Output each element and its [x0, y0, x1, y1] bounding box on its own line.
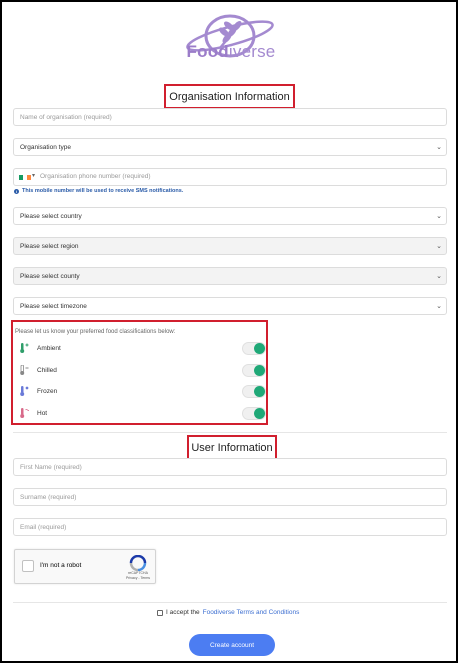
chevron-down-icon: ⌄: [436, 144, 442, 151]
surname-input[interactable]: Surname (required): [13, 488, 447, 506]
chilled-thermometer-icon: [20, 365, 29, 375]
organisation-type-select[interactable]: Organisation type ⌄: [13, 138, 447, 156]
ambient-toggle[interactable]: [242, 342, 266, 355]
food-classifications-panel: Please let us know your preferred food c…: [11, 320, 268, 425]
chevron-down-icon: ⌄: [436, 273, 442, 280]
brand-name-light: iverse: [228, 42, 276, 61]
info-icon: i: [14, 188, 19, 194]
phone-notification-note: i This mobile number will be used to rec…: [14, 188, 183, 194]
recaptcha-widget: I'm not a robot reCAPTCHA Privacy - Term…: [14, 549, 156, 584]
county-select[interactable]: Please select county ⌄: [13, 267, 447, 285]
classification-row-frozen: Frozen: [19, 385, 266, 399]
organisation-name-placeholder: Name of organisation (required): [20, 113, 112, 121]
classification-label-chilled: Chilled: [37, 367, 57, 374]
county-value: Please select county: [20, 272, 80, 280]
create-account-label: Create account: [209, 641, 255, 649]
chevron-down-icon: ⌄: [436, 213, 442, 220]
recaptcha-checkbox[interactable]: [22, 560, 34, 572]
toggle-knob: [254, 343, 265, 354]
chevron-down-icon: ⌄: [436, 243, 442, 250]
classification-label-frozen: Frozen: [37, 388, 58, 395]
terms-acceptance: I accept the Foodiverse Terms and Condit…: [157, 609, 299, 616]
country-value: Please select country: [20, 212, 82, 220]
classification-label-ambient: Ambient: [37, 345, 61, 352]
timezone-select[interactable]: Please select timezone ⌄: [13, 297, 447, 315]
terms-checkbox[interactable]: [157, 609, 163, 616]
terms-link[interactable]: Foodiverse Terms and Conditions: [203, 609, 300, 616]
first-name-input[interactable]: First Name (required): [13, 458, 447, 476]
toggle-knob: [254, 386, 265, 397]
timezone-value: Please select timezone: [20, 302, 87, 310]
recaptcha-label: I'm not a robot: [40, 562, 82, 569]
classification-row-chilled: Chilled: [19, 364, 266, 378]
hot-thermometer-icon: [20, 408, 29, 418]
email-input[interactable]: Email (required): [13, 518, 447, 536]
frozen-toggle[interactable]: [242, 385, 266, 398]
classification-label-hot: Hot: [37, 410, 48, 417]
organisation-phone-input[interactable]: ▾ Organisation phone number (required): [13, 168, 447, 186]
organisation-section-title-text: Organisation Information: [169, 90, 290, 103]
terms-prefix: I accept the: [166, 609, 200, 616]
user-section-title-text: User Information: [191, 441, 273, 454]
brand-name-bold: Food: [186, 42, 229, 61]
classification-row-hot: Hot: [19, 407, 266, 421]
surname-placeholder: Surname (required): [20, 493, 77, 501]
section-divider: [13, 432, 447, 433]
frozen-thermometer-icon: [20, 386, 29, 396]
recaptcha-brand: reCAPTCHA: [128, 571, 148, 575]
recaptcha-logo-icon: [129, 555, 147, 571]
brand-name: Foodiverse: [2, 42, 458, 62]
caret-down-icon: ▾: [32, 173, 36, 179]
user-section-title: User Information: [187, 435, 277, 460]
ambient-thermometer-icon: [20, 343, 29, 353]
phone-note-text: This mobile number will be used to recei…: [22, 188, 184, 194]
recaptcha-privacy-terms[interactable]: Privacy - Terms: [123, 576, 153, 580]
region-select[interactable]: Please select region ⌄: [13, 237, 447, 255]
organisation-section-title: Organisation Information: [164, 84, 295, 109]
toggle-knob: [254, 408, 265, 419]
region-value: Please select region: [20, 242, 79, 250]
section-divider: [13, 602, 447, 603]
hot-toggle[interactable]: [242, 407, 266, 420]
first-name-placeholder: First Name (required): [20, 463, 82, 471]
signup-form-container: Foodiverse Organisation Information Name…: [0, 0, 458, 663]
email-placeholder: Email (required): [20, 523, 67, 531]
organisation-name-input[interactable]: Name of organisation (required): [13, 108, 447, 126]
classifications-prompt: Please let us know your preferred food c…: [15, 329, 176, 335]
classification-row-ambient: Ambient: [19, 342, 266, 356]
create-account-button[interactable]: Create account: [189, 634, 275, 656]
chevron-down-icon: ⌄: [436, 303, 442, 310]
organisation-type-value: Organisation type: [20, 143, 71, 151]
chilled-toggle[interactable]: [242, 364, 266, 377]
phone-placeholder: Organisation phone number (required): [40, 173, 151, 180]
toggle-knob: [254, 365, 265, 376]
country-select[interactable]: Please select country ⌄: [13, 207, 447, 225]
ireland-flag-icon[interactable]: [19, 175, 31, 180]
